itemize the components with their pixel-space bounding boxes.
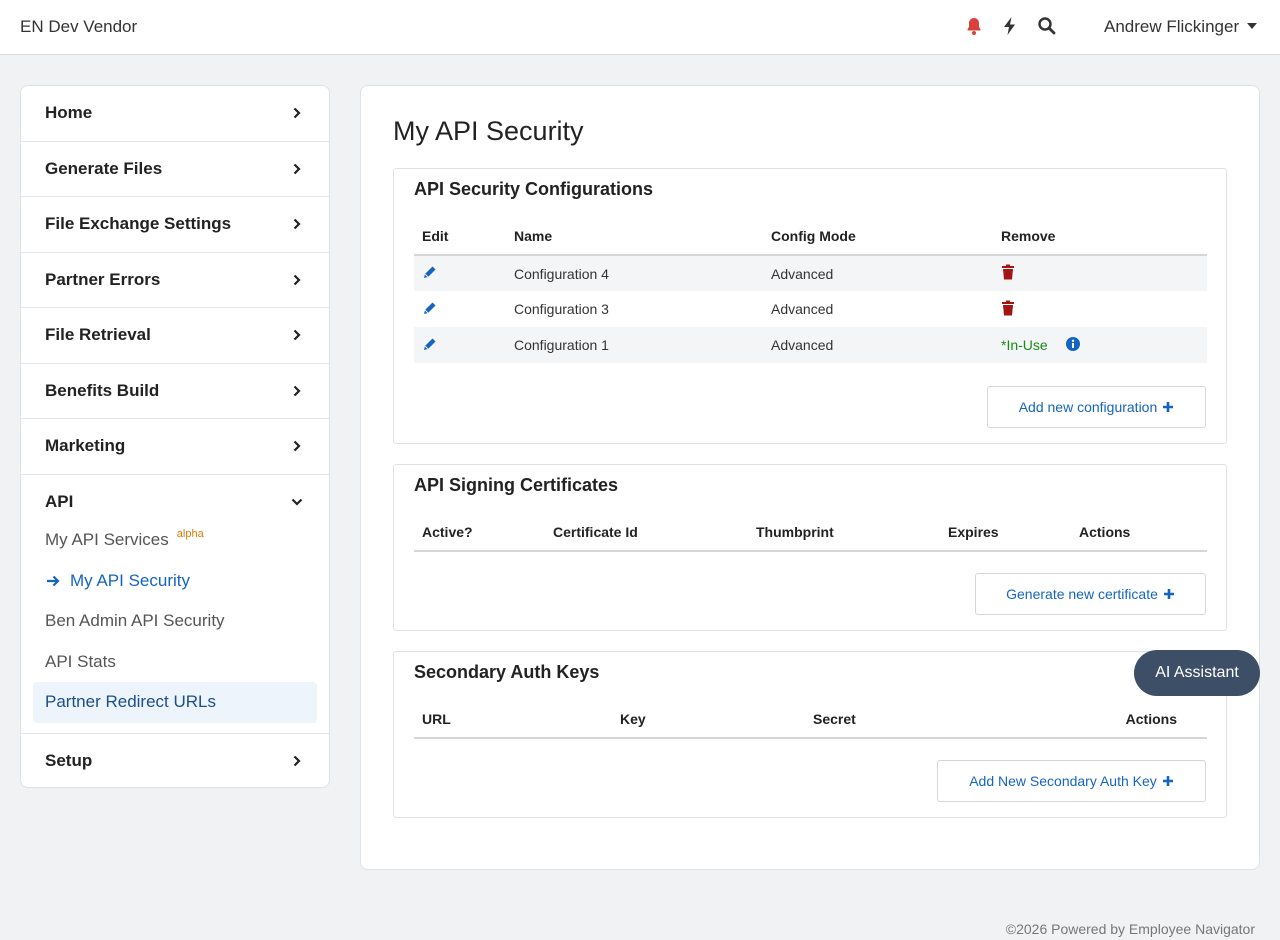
config-mode: Advanced	[763, 255, 993, 291]
user-menu[interactable]: Andrew Flickinger	[1104, 17, 1258, 37]
column-header: Name	[506, 217, 763, 256]
page-title: My API Security	[393, 116, 584, 146]
trash-icon[interactable]	[1001, 264, 1015, 280]
config-mode: Advanced	[763, 327, 993, 363]
sidebar-subitem-partner-redirect-urls[interactable]: Partner Redirect URLs	[33, 682, 317, 723]
pencil-icon[interactable]	[422, 300, 438, 316]
generate-certificate-button[interactable]: Generate new certificate	[975, 573, 1206, 615]
column-header: Key	[612, 700, 805, 739]
chevron-right-icon	[293, 107, 301, 119]
sidebar-item-generate-files[interactable]: Generate Files	[21, 142, 329, 197]
column-header: URL	[414, 700, 612, 739]
auth-keys-table: URL Key Secret Actions	[414, 700, 1207, 739]
chevron-right-icon	[293, 274, 301, 286]
column-header: Config Mode	[763, 217, 993, 256]
api-security-configurations-card: API Security Configurations Edit Name Co…	[393, 168, 1227, 444]
chevron-right-icon	[293, 440, 301, 452]
card-title: API Security Configurations	[414, 179, 654, 199]
secondary-auth-keys-card: Secondary Auth Keys URL Key Secret Actio…	[393, 651, 1227, 818]
config-mode: Advanced	[771, 301, 834, 317]
certificates-table: Active? Certificate Id Thumbprint Expire…	[414, 513, 1207, 552]
config-name: Configuration 3	[514, 301, 609, 317]
add-secondary-auth-key-button[interactable]: Add New Secondary Auth Key	[937, 760, 1206, 802]
card-title: API Signing Certificates	[414, 475, 619, 495]
chevron-down-icon	[291, 498, 303, 506]
chevron-right-icon	[293, 385, 301, 397]
bell-icon[interactable]	[964, 16, 984, 36]
footer-copyright: ©2026 Powered by Employee Navigator	[1005, 921, 1255, 937]
sidebar-subitem-label: My API Services	[45, 530, 169, 550]
sidebar-group-api: API My API Services alpha My API Securit…	[21, 475, 329, 734]
pencil-icon[interactable]	[422, 336, 438, 352]
sidebar: Home Generate Files File Exchange Settin…	[20, 85, 330, 788]
config-name: Configuration 4	[506, 255, 763, 291]
chevron-right-icon	[293, 163, 301, 175]
chevron-right-icon	[293, 218, 301, 230]
main-panel: My API Security API Security Configurati…	[360, 85, 1260, 870]
sidebar-subitem-my-api-services[interactable]: My API Services alpha	[21, 520, 329, 561]
button-label: Add new configuration	[1018, 399, 1158, 415]
trash-icon[interactable]	[1001, 300, 1015, 316]
search-icon[interactable]	[1037, 16, 1057, 36]
config-name: Configuration 1	[506, 327, 763, 363]
sidebar-subitem-my-api-security[interactable]: My API Security	[21, 561, 329, 602]
in-use-label: *In-Use	[1001, 337, 1048, 353]
sidebar-subitem-label: Partner Redirect URLs	[45, 692, 217, 712]
column-header: Remove	[993, 217, 1207, 256]
sidebar-item-file-exchange-settings[interactable]: File Exchange Settings	[21, 197, 329, 253]
arrow-right-icon	[47, 575, 60, 587]
button-label: Add New Secondary Auth Key	[969, 773, 1157, 789]
sidebar-item-setup[interactable]: Setup	[21, 734, 329, 788]
sidebar-item-partner-errors[interactable]: Partner Errors	[21, 253, 329, 308]
column-header: Edit	[414, 217, 506, 256]
sidebar-item-file-retrieval[interactable]: File Retrieval	[21, 308, 329, 364]
plus-icon	[1163, 589, 1174, 599]
api-signing-certificates-card: API Signing Certificates Active? Certifi…	[393, 464, 1227, 631]
sidebar-item-marketing[interactable]: Marketing	[21, 419, 329, 475]
column-header: Thumbprint	[748, 513, 940, 552]
sidebar-item-label: Marketing	[45, 436, 126, 456]
plus-icon	[1162, 776, 1173, 786]
table-row: Configuration 3 Advanced	[414, 291, 1207, 327]
sidebar-item-label: API	[45, 492, 74, 512]
table-row: Configuration 4 Advanced	[414, 255, 1207, 291]
sidebar-item-benefits-build[interactable]: Benefits Build	[21, 364, 329, 419]
column-header: Expires	[940, 513, 1071, 552]
column-header: Actions	[1005, 700, 1207, 739]
button-label: Generate new certificate	[1006, 586, 1158, 602]
sidebar-subitem-ben-admin-api-security[interactable]: Ben Admin API Security	[21, 601, 329, 642]
sidebar-subitem-label: Ben Admin API Security	[45, 611, 225, 631]
caret-down-icon	[1247, 23, 1258, 29]
top-navbar: EN Dev Vendor Andrew Flickinger	[0, 0, 1280, 55]
sidebar-item-label: Partner Errors	[45, 269, 161, 289]
user-name: Andrew Flickinger	[1104, 17, 1240, 36]
sidebar-item-label: Setup	[45, 751, 93, 771]
column-header: Certificate Id	[545, 513, 748, 552]
sidebar-item-label: Generate Files	[45, 158, 163, 178]
sidebar-subitem-api-stats[interactable]: API Stats	[21, 642, 329, 683]
column-header: Active?	[414, 513, 545, 552]
alpha-badge: alpha	[176, 528, 204, 541]
ai-assistant-button[interactable]: AI Assistant	[1134, 650, 1260, 696]
pencil-icon[interactable]	[422, 264, 438, 280]
plus-icon	[1163, 402, 1174, 412]
sidebar-item-label: File Retrieval	[45, 325, 151, 345]
info-icon[interactable]	[1065, 337, 1080, 351]
column-header: Secret	[805, 700, 1005, 739]
sidebar-item-label: File Exchange Settings	[45, 214, 232, 234]
sidebar-subitem-label: My API Security	[70, 570, 190, 590]
column-header: Actions	[1071, 513, 1207, 552]
sidebar-item-label: Home	[45, 103, 93, 123]
chevron-right-icon	[293, 329, 301, 341]
card-title: Secondary Auth Keys	[414, 662, 600, 682]
add-configuration-button[interactable]: Add new configuration	[987, 386, 1206, 428]
sidebar-subitem-label: API Stats	[45, 651, 116, 671]
sidebar-item-home[interactable]: Home	[21, 86, 329, 142]
table-row: Configuration 1 Advanced *In-Use	[414, 327, 1207, 363]
bolt-icon[interactable]	[1000, 16, 1020, 36]
chevron-right-icon	[293, 755, 301, 767]
configurations-table: Edit Name Config Mode Remove Configurati…	[414, 217, 1207, 363]
brand-name[interactable]: EN Dev Vendor	[20, 17, 137, 37]
sidebar-item-label: Benefits Build	[45, 380, 160, 400]
